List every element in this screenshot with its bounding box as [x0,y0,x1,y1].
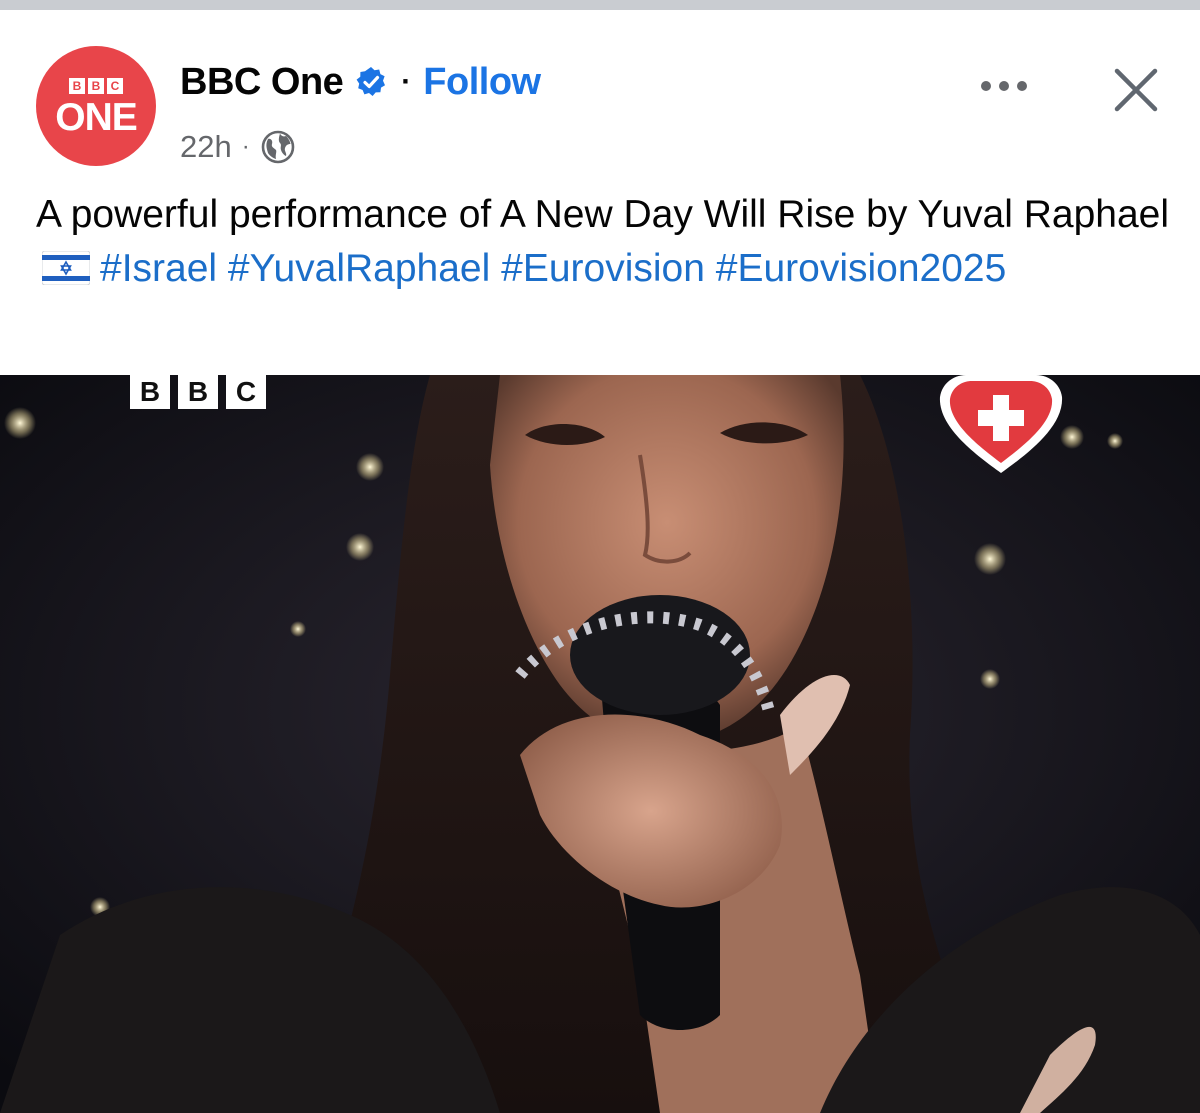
page-name-link[interactable]: BBC One [180,61,344,104]
page-avatar[interactable]: B B C ONE [36,46,156,166]
video-frame-image [0,375,1200,1113]
bbc-watermark: B B C [130,375,266,409]
hashtag-link[interactable]: #YuvalRaphael [228,247,490,290]
avatar-logo-letter: B [88,77,104,94]
more-options-button[interactable] [976,66,1032,106]
watermark-letter: B [178,375,218,409]
avatar-logo-letter: B [69,77,85,94]
meta-separator: · [241,133,250,160]
more-options-icon [981,81,1027,91]
follow-button[interactable]: Follow [423,61,541,104]
globe-icon[interactable] [260,129,296,165]
video-player[interactable]: B B C [0,375,1200,1113]
hashtag-link[interactable]: #Eurovision2025 [716,247,1007,290]
close-button[interactable] [1108,62,1164,118]
post-header: B B C ONE BBC One · Follow 22h · [0,10,1200,180]
avatar-logo-letter: C [107,77,123,94]
israel-flag-icon [42,250,90,285]
post-timestamp[interactable]: 22h [180,129,232,165]
post-caption: A powerful performance of A New Day Will… [36,188,1176,296]
watermark-letter: C [226,375,266,409]
watermark-letter: B [130,375,170,409]
top-edge-bar [0,0,1200,10]
hashtag-link[interactable]: #Eurovision [501,247,705,290]
close-icon [1114,68,1158,112]
caption-text: A powerful performance of A New Day Will… [36,193,1169,236]
name-separator: · [401,65,412,98]
verified-badge-icon [356,67,386,96]
post-meta-row: 22h · [180,126,296,168]
swiss-heart-badge-icon [939,375,1063,473]
hashtag-link[interactable]: #Israel [100,247,217,290]
page-name-row: BBC One · Follow [180,60,541,104]
avatar-bbc-logo: B B C [69,77,123,94]
avatar-one-text: ONE [55,95,138,139]
